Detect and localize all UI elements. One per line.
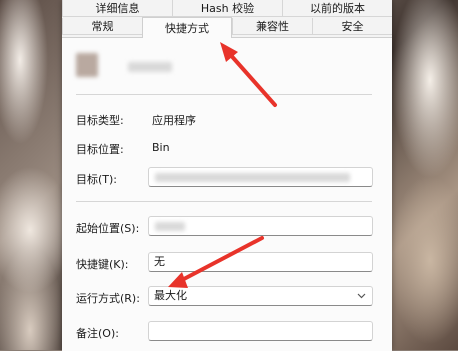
comment-label: 备注(O): xyxy=(76,327,119,340)
run-label: 运行方式(R): xyxy=(76,292,140,305)
shortcut-name-redacted xyxy=(128,62,172,72)
target-path-redacted xyxy=(155,173,350,182)
shortcut-key-input[interactable]: 无 xyxy=(148,252,373,272)
shortcut-panel: 目标类型: 应用程序 目标位置: Bin 目标(T): 起始位置(S): 快捷键… xyxy=(62,37,392,351)
target-type-value: 应用程序 xyxy=(152,114,196,127)
tab-hash[interactable]: Hash 校验 xyxy=(172,0,282,17)
run-select-value: 最大化 xyxy=(154,289,187,302)
start-in-label: 起始位置(S): xyxy=(76,222,140,235)
target-label: 目标(T): xyxy=(76,173,118,186)
start-in-input[interactable] xyxy=(148,216,373,236)
comment-input[interactable] xyxy=(148,321,373,341)
properties-dialog: 详细信息 Hash 校验 以前的版本 常规 快捷方式 兼容性 安全 目标类型: … xyxy=(62,0,392,351)
app-icon xyxy=(76,53,98,77)
tab-security[interactable]: 安全 xyxy=(312,18,392,35)
tab-compatibility[interactable]: 兼容性 xyxy=(232,18,312,35)
target-location-value: Bin xyxy=(152,141,170,154)
tab-previous-versions[interactable]: 以前的版本 xyxy=(282,0,392,17)
tab-details[interactable]: 详细信息 xyxy=(62,0,172,17)
separator xyxy=(76,94,372,95)
tab-strip: 详细信息 Hash 校验 以前的版本 常规 快捷方式 兼容性 安全 xyxy=(62,0,392,38)
shortcut-key-label: 快捷键(K): xyxy=(76,258,129,271)
separator xyxy=(76,201,372,202)
target-type-label: 目标类型: xyxy=(76,114,124,127)
run-select[interactable]: 最大化 xyxy=(148,286,373,306)
target-location-label: 目标位置: xyxy=(76,143,124,156)
tab-general[interactable]: 常规 xyxy=(62,18,142,35)
chevron-down-icon xyxy=(357,293,366,299)
target-input[interactable] xyxy=(148,167,373,187)
tab-shortcut[interactable]: 快捷方式 xyxy=(142,17,232,38)
start-in-path-redacted xyxy=(155,222,185,231)
